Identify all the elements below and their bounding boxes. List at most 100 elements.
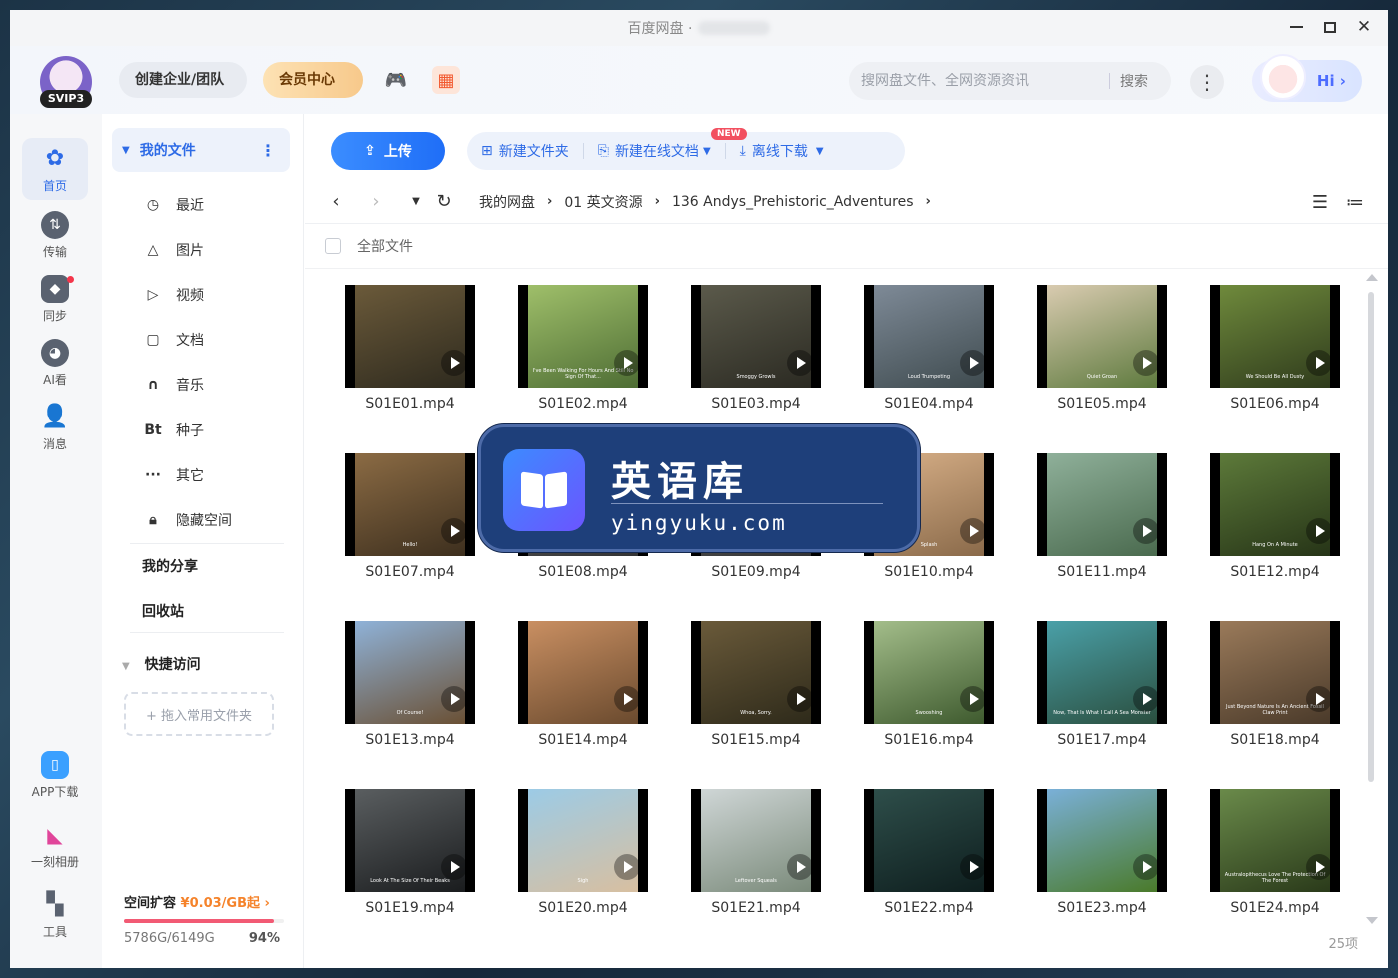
- file-tile[interactable]: S01E11.mp4: [1037, 453, 1167, 580]
- maximize-icon: [1324, 21, 1336, 33]
- breadcrumb-item[interactable]: 136 Andys_Prehistoric_Adventures: [672, 194, 914, 210]
- file-grid: S01E01.mp4 I've Been Walking For Hours An…: [305, 268, 1388, 928]
- sidebar-item-other[interactable]: ··· 其它: [142, 460, 204, 490]
- game-controller-icon[interactable]: 🎮: [382, 66, 410, 94]
- search-input[interactable]: [849, 73, 1109, 89]
- storage-panel[interactable]: 空间扩容 ¥0.03/GB起 › 5786G/6149G 94%: [124, 892, 294, 946]
- sort-icon[interactable]: ☰: [1312, 192, 1328, 213]
- breadcrumb-bar: ‹ › ▼ ↻ 我的网盘 › 01 英文资源 › 136 Andys_Prehi…: [305, 180, 1388, 224]
- storage-upgrade[interactable]: 空间扩容 ¥0.03/GB起 ›: [124, 892, 294, 911]
- rail-item-transfer[interactable]: ⇅ 传输: [22, 204, 88, 266]
- video-thumbnail: Now, That Is What I Call A Sea Monster: [1037, 621, 1167, 724]
- upload-button[interactable]: ⇪ 上传: [331, 132, 445, 170]
- rail-item-ai-watch[interactable]: ◕ AI看: [22, 332, 88, 394]
- home-cluster-icon: ✿: [45, 146, 65, 171]
- file-tile[interactable]: Look At The Size Of Their Beaks S01E19.mp…: [345, 789, 475, 916]
- image-icon: △: [147, 242, 159, 258]
- history-dropdown-icon[interactable]: ▼: [407, 196, 425, 207]
- file-tile[interactable]: Hello! S01E07.mp4: [345, 453, 475, 580]
- minimize-icon: [1289, 26, 1303, 28]
- file-tile[interactable]: Swooshing S01E16.mp4: [864, 621, 994, 748]
- sidebar-item-images[interactable]: △ 图片: [142, 235, 204, 265]
- file-tile[interactable]: Of Course! S01E13.mp4: [345, 621, 475, 748]
- maximize-button[interactable]: [1320, 16, 1340, 38]
- new-online-doc-button[interactable]: ⎘ 新建在线文档 ▼: [598, 141, 711, 161]
- file-tile[interactable]: Just Beyond Nature Is An Ancient Fossil …: [1210, 621, 1340, 748]
- file-tile[interactable]: Quiet Groan S01E05.mp4: [1037, 285, 1167, 412]
- forward-icon[interactable]: ›: [367, 191, 385, 212]
- rail-item-home[interactable]: ✿ 首页: [22, 138, 88, 200]
- rail-item-tools[interactable]: ▚ 工具: [22, 884, 88, 946]
- file-tile[interactable]: Leftover Squeals S01E21.mp4: [691, 789, 821, 916]
- sidebar-item-videos[interactable]: ▷ 视频: [142, 280, 204, 310]
- clock-icon: ◷: [146, 197, 160, 213]
- rail-item-app-download[interactable]: ▯ APP下载: [22, 744, 88, 806]
- rail-item-moment-album[interactable]: ◣ 一刻相册: [22, 814, 88, 876]
- file-tile[interactable]: S01E22.mp4: [864, 789, 994, 916]
- minimize-button[interactable]: [1286, 16, 1306, 38]
- dots-icon: ···: [145, 467, 161, 483]
- play-icon: [787, 350, 813, 376]
- divider: [130, 632, 284, 633]
- new-folder-button[interactable]: ⊞ 新建文件夹: [481, 141, 569, 161]
- sidebar-item-label: 最近: [176, 198, 204, 214]
- file-tile[interactable]: Smoggy Growls S01E03.mp4: [691, 285, 821, 412]
- sidebar-item-music[interactable]: ∩ 音乐: [142, 370, 204, 400]
- file-tile[interactable]: Sigh S01E20.mp4: [518, 789, 648, 916]
- sidebar-item-recent[interactable]: ◷ 最近: [142, 190, 204, 220]
- vertical-scrollbar[interactable]: [1366, 274, 1378, 924]
- gift-icon[interactable]: ▦: [432, 66, 460, 94]
- file-tile[interactable]: S01E14.mp4: [518, 621, 648, 748]
- video-thumbnail: We Should Be All Dusty: [1210, 285, 1340, 388]
- offline-download-button[interactable]: ⤓ 离线下载 ▼: [740, 141, 824, 161]
- file-tile[interactable]: Whoa, Sorry. S01E15.mp4: [691, 621, 821, 748]
- select-all-checkbox[interactable]: [325, 238, 341, 254]
- file-tile[interactable]: S01E01.mp4: [345, 285, 475, 412]
- back-icon[interactable]: ‹: [327, 191, 345, 212]
- caret-down-icon: ▼: [122, 144, 130, 156]
- sidebar-item-hidden-space[interactable]: 🔒︎ 隐藏空间: [142, 505, 232, 535]
- close-button[interactable]: ✕: [1354, 16, 1374, 38]
- caret-down-icon: ▼: [815, 145, 824, 157]
- user-message-icon: 👤: [41, 404, 69, 429]
- list-view-icon[interactable]: ≔: [1346, 192, 1364, 213]
- breadcrumb-item[interactable]: 01 英文资源: [564, 192, 642, 212]
- file-tile[interactable]: S01E23.mp4: [1037, 789, 1167, 916]
- scrollbar-thumb[interactable]: [1368, 292, 1374, 782]
- bt-icon: Bt: [144, 422, 162, 438]
- left-rail: ✿ 首页 ⇅ 传输 ◆ 同步 ◕ AI看 👤 消息 ▯ APP下载 ◣ 一刻相册: [10, 114, 102, 968]
- subtitle-caption: We Should Be All Dusty: [1245, 374, 1305, 380]
- search-button[interactable]: 搜索: [1110, 71, 1162, 91]
- file-tile[interactable]: Hang On A Minute S01E12.mp4: [1210, 453, 1340, 580]
- file-tile[interactable]: Loud Trumpeting S01E04.mp4: [864, 285, 994, 412]
- drop-folder-zone[interactable]: + 拖入常用文件夹: [124, 692, 274, 736]
- user-avatar[interactable]: SVIP3: [40, 56, 92, 108]
- create-team-button[interactable]: 创建企业/团队: [119, 62, 247, 98]
- file-tile[interactable]: Australopithecus Love The Protection Of …: [1210, 789, 1340, 916]
- quick-access-header[interactable]: ▼ 快捷访问: [122, 654, 201, 674]
- more-menu-button[interactable]: ⋮: [1190, 65, 1224, 99]
- file-tile[interactable]: I've Been Walking For Hours And Still No…: [518, 285, 648, 412]
- refresh-icon[interactable]: ↻: [435, 191, 453, 212]
- recycle-bin-link[interactable]: 回收站: [142, 601, 184, 621]
- file-tile[interactable]: Now, That Is What I Call A Sea Monster S0…: [1037, 621, 1167, 748]
- file-name: S01E23.mp4: [1057, 900, 1147, 916]
- all-files-label: 全部文件: [357, 239, 413, 255]
- rail-label: 传输: [42, 244, 67, 259]
- rail-item-sync[interactable]: ◆ 同步: [22, 268, 88, 330]
- vip-center-button[interactable]: 会员中心: [263, 62, 363, 98]
- video-thumbnail: [518, 621, 648, 724]
- scroll-up-icon[interactable]: [1366, 274, 1378, 281]
- sidebar-item-documents[interactable]: ▢ 文档: [142, 325, 204, 355]
- my-share-link[interactable]: 我的分享: [142, 556, 198, 576]
- file-tile[interactable]: We Should Be All Dusty S01E06.mp4: [1210, 285, 1340, 412]
- breadcrumb-item[interactable]: 我的网盘: [479, 192, 535, 212]
- vertical-dots-icon[interactable]: ⋮: [260, 141, 276, 160]
- search-box: 搜索: [849, 62, 1171, 100]
- rail-item-messages[interactable]: 👤 消息: [22, 396, 88, 458]
- storage-used: 5786G/6149G: [124, 931, 215, 946]
- my-files-header[interactable]: ▼ 我的文件 ⋮: [112, 128, 290, 172]
- scroll-down-icon[interactable]: [1366, 917, 1378, 924]
- ai-assistant-button[interactable]: Hi ›: [1252, 54, 1362, 102]
- sidebar-item-torrents[interactable]: Bt 种子: [142, 415, 204, 445]
